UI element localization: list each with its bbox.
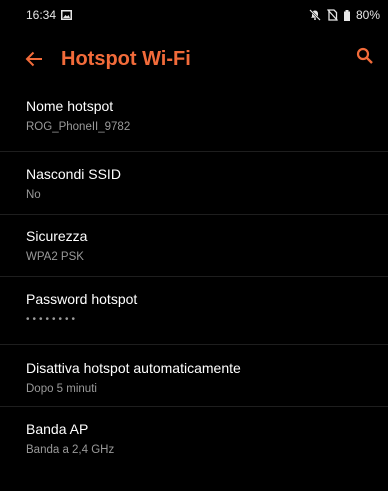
status-right: 80% — [309, 8, 380, 22]
battery-icon — [343, 9, 350, 21]
status-time: 16:34 — [26, 8, 57, 22]
setting-security[interactable]: Sicurezza WPA2 PSK — [0, 215, 388, 277]
setting-value: Banda a 2,4 GHz — [26, 444, 115, 456]
settings-list: Nome hotspot ROG_PhoneII_9782 Nascondi S… — [0, 92, 388, 467]
setting-title: Nascondi SSID — [26, 166, 121, 182]
setting-auto-disable[interactable]: Disattiva hotspot automaticamente Dopo 5… — [0, 345, 388, 407]
setting-value: WPA2 PSK — [26, 251, 84, 263]
no-sim-icon — [326, 9, 338, 21]
search-icon — [356, 47, 374, 70]
setting-value: ROG_PhoneII_9782 — [26, 121, 131, 133]
setting-value: Dopo 5 minuti — [26, 383, 97, 395]
setting-ap-band[interactable]: Banda AP Banda a 2,4 GHz — [0, 407, 388, 467]
setting-title: Password hotspot — [26, 291, 138, 307]
setting-title: Nome hotspot — [26, 98, 114, 114]
page-title: Hotspot Wi-Fi — [61, 48, 191, 70]
setting-hide-ssid[interactable]: Nascondi SSID No — [0, 152, 388, 215]
setting-title: Disattiva hotspot automaticamente — [26, 360, 241, 376]
back-arrow-icon — [25, 51, 43, 72]
app-bar: Hotspot Wi-Fi — [0, 30, 388, 92]
setting-title: Sicurezza — [26, 228, 88, 244]
status-left: 16:34 — [26, 8, 73, 22]
screenshot-notification-icon — [61, 10, 73, 20]
battery-percent: 80% — [355, 8, 380, 22]
search-button[interactable] — [352, 45, 378, 71]
password-mask: •••••••• — [26, 314, 79, 325]
status-bar: 16:34 80% — [0, 0, 388, 30]
setting-value: No — [26, 189, 41, 201]
setting-hotspot-name[interactable]: Nome hotspot ROG_PhoneII_9782 — [0, 92, 388, 152]
do-not-disturb-icon — [309, 9, 321, 21]
setting-title: Banda AP — [26, 421, 89, 437]
setting-hotspot-password[interactable]: Password hotspot •••••••• — [0, 277, 388, 345]
back-button[interactable] — [20, 47, 48, 75]
